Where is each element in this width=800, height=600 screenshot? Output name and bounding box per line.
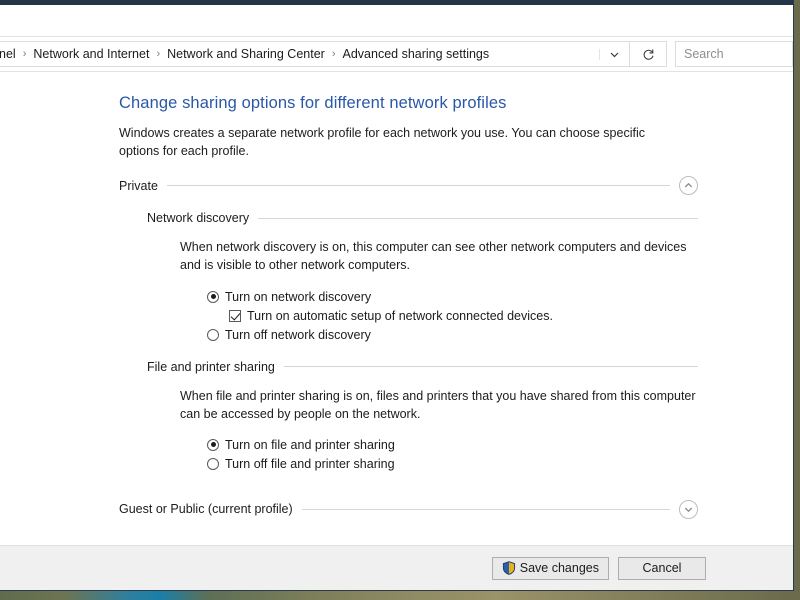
header-rule: [302, 509, 670, 510]
radio-label: Turn on file and printer sharing: [225, 438, 395, 452]
radio-icon[interactable]: [207, 291, 219, 303]
page-description: Windows creates a separate network profi…: [119, 124, 687, 160]
main-content: Change sharing options for different net…: [0, 72, 793, 545]
radio-row-turn-off-network-discovery[interactable]: Turn off network discovery: [207, 326, 698, 344]
profile-label-private: Private: [119, 179, 158, 193]
radio-row-turn-on-file-and-printer-sharing[interactable]: Turn on file and printer sharing: [207, 436, 698, 454]
header-rule: [167, 185, 670, 186]
checkbox-row-automatic-setup[interactable]: Turn on automatic setup of network conne…: [229, 307, 698, 325]
breadcrumb-separator-icon: ›: [328, 48, 340, 60]
breadcrumb-item-network-and-internet[interactable]: Network and Internet: [30, 47, 152, 61]
option-list-file-and-printer-sharing: Turn on file and printer sharing Turn of…: [207, 436, 698, 473]
uac-shield-icon: [502, 561, 516, 575]
subsection-label: Network discovery: [147, 211, 249, 225]
breadcrumb-item-advanced-sharing-settings[interactable]: Advanced sharing settings: [340, 47, 493, 61]
profile-header-guest-or-public[interactable]: Guest or Public (current profile): [119, 500, 698, 519]
breadcrumb-separator-icon: ›: [152, 48, 164, 60]
profile-label-guest-or-public: Guest or Public (current profile): [119, 502, 293, 516]
subsection-header-file-and-printer-sharing: File and printer sharing: [147, 360, 698, 374]
breadcrumb[interactable]: ontrol Panel › Network and Internet › Ne…: [0, 41, 629, 67]
cancel-label: Cancel: [643, 561, 682, 575]
profile-section-guest-or-public: Guest or Public (current profile): [119, 500, 698, 519]
profile-section-private: Private Network discovery Wh: [119, 176, 698, 473]
radio-icon[interactable]: [207, 458, 219, 470]
subsection-header-network-discovery: Network discovery: [147, 211, 698, 225]
subsection-description: When file and printer sharing is on, fil…: [180, 387, 698, 423]
title-bar: ngs: [0, 5, 793, 36]
address-bar: ontrol Panel › Network and Internet › Ne…: [0, 36, 793, 72]
control-panel-window: ngs ontrol Panel › Network and Internet …: [0, 0, 794, 591]
radio-label: Turn off file and printer sharing: [225, 457, 395, 471]
header-rule: [284, 366, 698, 367]
profile-header-private[interactable]: Private: [119, 176, 698, 195]
radio-label: Turn on network discovery: [225, 290, 371, 304]
chevron-down-icon[interactable]: [679, 500, 698, 519]
save-changes-label: Save changes: [520, 561, 599, 575]
radio-label: Turn off network discovery: [225, 328, 371, 342]
chevron-down-icon[interactable]: [599, 49, 629, 60]
header-rule: [258, 218, 698, 219]
radio-icon[interactable]: [207, 439, 219, 451]
refresh-icon[interactable]: [629, 41, 667, 67]
radio-icon[interactable]: [207, 329, 219, 341]
subsection-network-discovery: Network discovery When network discovery…: [147, 211, 698, 343]
breadcrumb-item-control-panel[interactable]: ontrol Panel: [0, 47, 19, 61]
cancel-button[interactable]: Cancel: [618, 557, 706, 580]
subsection-file-and-printer-sharing: File and printer sharing When file and p…: [147, 360, 698, 473]
radio-row-turn-on-network-discovery[interactable]: Turn on network discovery: [207, 288, 698, 306]
dialog-footer: Save changes Cancel: [0, 545, 793, 590]
breadcrumb-item-network-and-sharing-center[interactable]: Network and Sharing Center: [164, 47, 328, 61]
page-title: Change sharing options for different net…: [119, 94, 698, 113]
search-input[interactable]: Search: [675, 41, 793, 67]
save-changes-button[interactable]: Save changes: [492, 557, 609, 580]
checkbox-icon[interactable]: [229, 310, 241, 322]
option-list-network-discovery: Turn on network discovery Turn on automa…: [207, 288, 698, 344]
checkbox-label: Turn on automatic setup of network conne…: [247, 309, 553, 323]
chevron-up-icon[interactable]: [679, 176, 698, 195]
subsection-label: File and printer sharing: [147, 360, 275, 374]
radio-row-turn-off-file-and-printer-sharing[interactable]: Turn off file and printer sharing: [207, 455, 698, 473]
subsection-description: When network discovery is on, this compu…: [180, 238, 698, 274]
breadcrumb-separator-icon: ›: [19, 48, 31, 60]
